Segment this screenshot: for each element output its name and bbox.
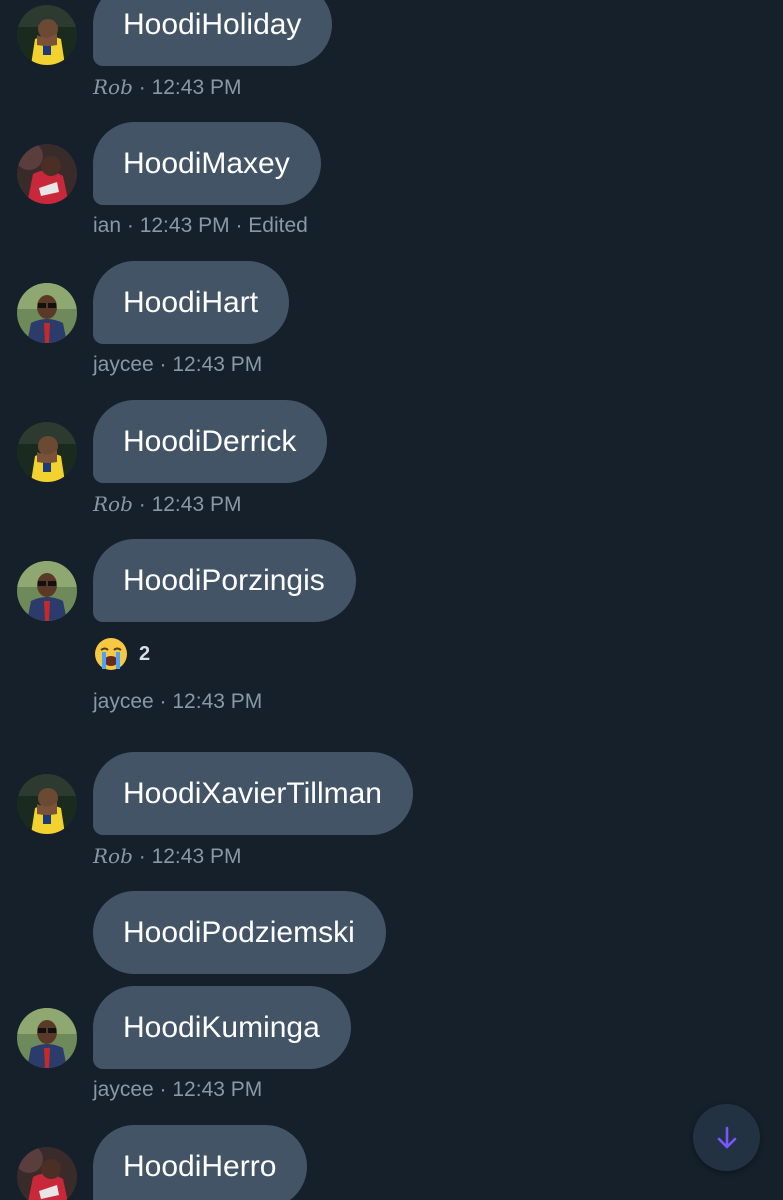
reaction-chip[interactable]: 2 [93,636,150,672]
message-bubble[interactable]: HoodiDerrick [93,400,328,483]
message-meta: Rob · 12:43 PM [93,844,241,869]
jaycee-avatar-image [17,561,77,621]
sender-name: ian [93,214,122,237]
sender-name: Rob [93,492,133,516]
message-bubble[interactable]: HoodiHoliday [93,0,333,66]
message-text: HoodiHerro [123,1150,277,1183]
rob-avatar-image [17,774,77,834]
message-text: HoodiMaxey [123,147,290,180]
message-meta: jaycee · 12:43 PM [93,690,262,714]
message-bubble[interactable]: HoodiXavierTillman [93,752,413,835]
dm-conversation: HoodiHoliday Rob · 12:43 PM HoodiMaxey i… [0,0,783,1200]
message-bubble[interactable]: HoodiKuminga [93,986,351,1069]
edited-label: · Edited [235,214,308,237]
sender-name: jaycee [93,690,154,713]
message-time: · 12:43 PM [138,493,242,516]
avatar-ian[interactable] [17,1147,77,1200]
message-text: HoodiHoliday [123,8,302,41]
ian-avatar-image [17,144,77,204]
sender-name: jaycee [93,1078,154,1101]
scroll-to-bottom-button[interactable] [693,1104,760,1171]
message-time: · 12:43 PM [138,845,242,868]
message-bubble[interactable]: HoodiPorzingis [93,539,356,622]
avatar-rob[interactable] [17,422,77,482]
arrow-down-icon [717,1126,736,1148]
message-text: HoodiPorzingis [123,564,325,597]
message-bubble[interactable]: HoodiHerro [93,1125,308,1200]
avatar-jaycee[interactable] [17,1008,77,1068]
ian-avatar-image [17,1147,77,1200]
message-meta: jaycee · 12:43 PM [93,1078,262,1102]
message-time: · 12:43 PM [126,214,230,237]
message-text: HoodiXavierTillman [123,777,382,810]
message-time: · 12:43 PM [138,76,242,99]
message-bubble[interactable]: HoodiPodziemski [93,891,386,974]
message-meta: Rob · 12:43 PM [93,492,241,517]
rob-avatar-image [17,5,77,65]
avatar-ian[interactable] [17,144,77,204]
jaycee-avatar-image [17,283,77,343]
avatar-jaycee[interactable] [17,283,77,343]
message-text: HoodiDerrick [123,425,297,458]
message-text: HoodiHart [123,286,259,319]
rob-avatar-image [17,422,77,482]
sender-name: Rob [93,844,133,868]
avatar-jaycee[interactable] [17,561,77,621]
loudly-crying-face-icon [95,638,127,670]
message-time: · 12:43 PM [159,690,263,713]
sender-name: jaycee [93,353,154,376]
sender-name: Rob [93,75,133,99]
message-meta: ian · 12:43 PM · Edited [93,214,308,238]
avatar-rob[interactable] [17,774,77,834]
jaycee-avatar-image [17,1008,77,1068]
message-text: HoodiKuminga [123,1011,320,1044]
message-bubble[interactable]: HoodiHart [93,261,290,344]
message-time: · 12:43 PM [159,1078,263,1101]
avatar-rob[interactable] [17,5,77,65]
message-bubble[interactable]: HoodiMaxey [93,122,321,205]
message-meta: jaycee · 12:43 PM [93,353,262,377]
reaction-count: 2 [139,642,151,665]
message-text: HoodiPodziemski [123,916,355,949]
message-time: · 12:43 PM [159,353,263,376]
message-meta: Rob · 12:43 PM [93,75,241,100]
